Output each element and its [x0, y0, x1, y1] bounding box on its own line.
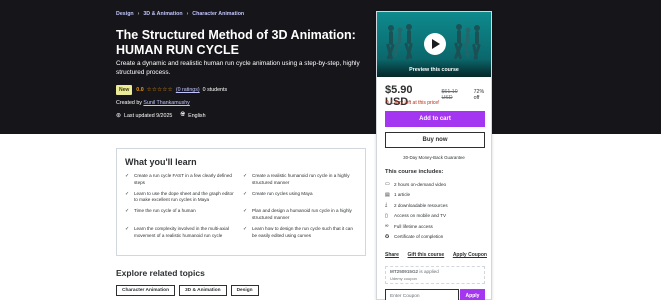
ratings-link[interactable]: (0 ratings) [176, 87, 200, 93]
share-link[interactable]: Share [385, 252, 399, 258]
learn-item: ✓ Create a run cycle FAST in a few clearl… [125, 173, 232, 185]
money-back-guarantee: 30-Day Money-Back Guarantee [403, 155, 465, 160]
mobile-icon: ▯ [385, 212, 388, 219]
course-subtitle: Create a dynamic and realistic human run… [116, 60, 360, 76]
student-count: 0 students [202, 87, 228, 93]
course-title: The Structured Method of 3D Animation: H… [116, 28, 356, 57]
learn-list: ✓ Create a run cycle FAST in a few clearl… [125, 173, 361, 243]
lifetime-icon: ∞ [385, 223, 389, 230]
learn-item: ✓ Learn how to design the run cycle such … [243, 225, 353, 238]
new-badge: New [116, 85, 133, 95]
discount-percent: 72% off [473, 89, 485, 101]
alarm-icon: ⏰︎ [385, 100, 389, 106]
check-icon: ✓ [243, 173, 248, 179]
breadcrumb-3d-animation[interactable]: 3D & Animation [143, 11, 182, 17]
rating-value: 0.0 [136, 87, 144, 93]
check-icon: ✓ [243, 225, 248, 232]
breadcrumb: Design › 3D & Animation › Character Anim… [116, 11, 244, 17]
breadcrumb-character-animation[interactable]: Character Animation [192, 11, 244, 17]
includes-list: ▭ 2 hours on-demand video ▤ 1 article ⤓ 2 d… [385, 179, 448, 242]
buy-now-button[interactable]: Buy now [385, 132, 485, 148]
learn-item: ✓ Learn to use the dope sheet and the gra… [125, 190, 234, 203]
play-icon[interactable] [424, 33, 446, 55]
star-rating-icon: ☆☆☆☆☆ [146, 87, 173, 93]
learn-item: ✓ Create run cycles using Maya [243, 190, 313, 197]
includes-item: ▭ 2 hours on-demand video [385, 181, 447, 188]
course-language: English [188, 112, 206, 119]
course-header: Design › 3D & Animation › Character Anim… [0, 0, 661, 134]
topic-character-animation[interactable]: Character Animation [116, 285, 176, 296]
download-icon: ⤓ [385, 202, 388, 209]
globe-icon: 🌐︎ [180, 112, 186, 118]
includes-item: ▯ Access on mobile and TV [385, 212, 447, 219]
timer-bold: 1 day [390, 100, 404, 106]
topic-3d-animation[interactable]: 3D & Animation [179, 285, 227, 296]
action-links: Share Gift this course Apply Coupon [385, 252, 487, 258]
check-icon: ✓ [125, 208, 130, 215]
chevron-right-icon: › [137, 11, 140, 17]
apply-coupon-link[interactable]: Apply Coupon [453, 252, 487, 258]
check-icon: ✓ [125, 173, 130, 179]
topic-design[interactable]: Design [230, 285, 259, 296]
original-price: $61.10 USD [441, 89, 458, 101]
course-preview[interactable]: Preview this course [377, 12, 491, 77]
instructor-link[interactable]: Sunil Thankamushy [143, 100, 189, 106]
includes-item: ✪ Certificate of completion [385, 233, 444, 240]
learn-item: ✓ Learn the complexity involved in the mu… [125, 225, 229, 238]
learn-item: ✓ Create a realistic humanoid run cycle i… [243, 173, 350, 185]
video-icon: ▭ [385, 181, 390, 188]
coupon-source: Udemy coupon [390, 276, 417, 281]
breadcrumb-design[interactable]: Design [116, 11, 134, 17]
created-by: Created by Sunil Thankamushy [116, 100, 190, 106]
last-updated: Last updated 9/2025 [124, 112, 173, 119]
what-you-learn-title: What you'll learn [125, 157, 197, 167]
created-by-label: Created by [116, 100, 142, 106]
purchase-sidebar: Preview this course $5.90 USD $61.10 USD… [376, 11, 492, 300]
coupon-code: MT250915G2 [390, 269, 419, 274]
includes-item: ▤ 1 article [385, 191, 411, 198]
chevron-right-icon: › [186, 11, 189, 17]
course-meta: ⊛ Last updated 9/2025 🌐︎ English [116, 112, 206, 119]
explore-topics-title: Explore related topics [116, 268, 205, 278]
gift-course-link[interactable]: Gift this course [408, 252, 445, 258]
learn-item: ✓ Time the run cycle of a human [125, 208, 196, 215]
includes-item: ∞ Full lifetime access [385, 223, 433, 230]
coupon-input[interactable] [385, 289, 459, 300]
check-icon: ✓ [243, 208, 248, 215]
check-icon: ✓ [125, 190, 130, 197]
rating-row: New 0.0 ☆☆☆☆☆ (0 ratings) 0 students [116, 85, 227, 95]
what-you-learn-box: What you'll learn ✓ Create a run cycle FA… [116, 148, 366, 256]
topic-list: Character Animation 3D & Animation Desig… [116, 285, 263, 296]
includes-title: This course includes: [385, 169, 444, 175]
certificate-icon: ✪ [385, 233, 390, 240]
preview-label[interactable]: Preview this course [377, 67, 491, 73]
price-timer: ⏰︎ 1 day left at this price! [385, 100, 440, 106]
add-to-cart-button[interactable]: Add to cart [385, 111, 485, 127]
check-icon: ✓ [243, 190, 248, 197]
applied-coupon-box: MT250915G2 is applied Udemy coupon [385, 266, 485, 284]
alert-icon: ⊛ [116, 113, 122, 119]
learn-item: ✓ Plan and design a humanoid run cycle in… [243, 208, 352, 220]
timer-text: left at this price! [404, 100, 440, 106]
apply-coupon-button[interactable]: Apply [460, 289, 485, 300]
coupon-status: is applied [419, 269, 439, 274]
article-icon: ▤ [385, 191, 390, 198]
check-icon: ✓ [125, 225, 130, 232]
applied-coupon: MT250915G2 is applied [390, 269, 480, 274]
includes-item: ⤓ 2 downloadable resources [385, 202, 448, 209]
